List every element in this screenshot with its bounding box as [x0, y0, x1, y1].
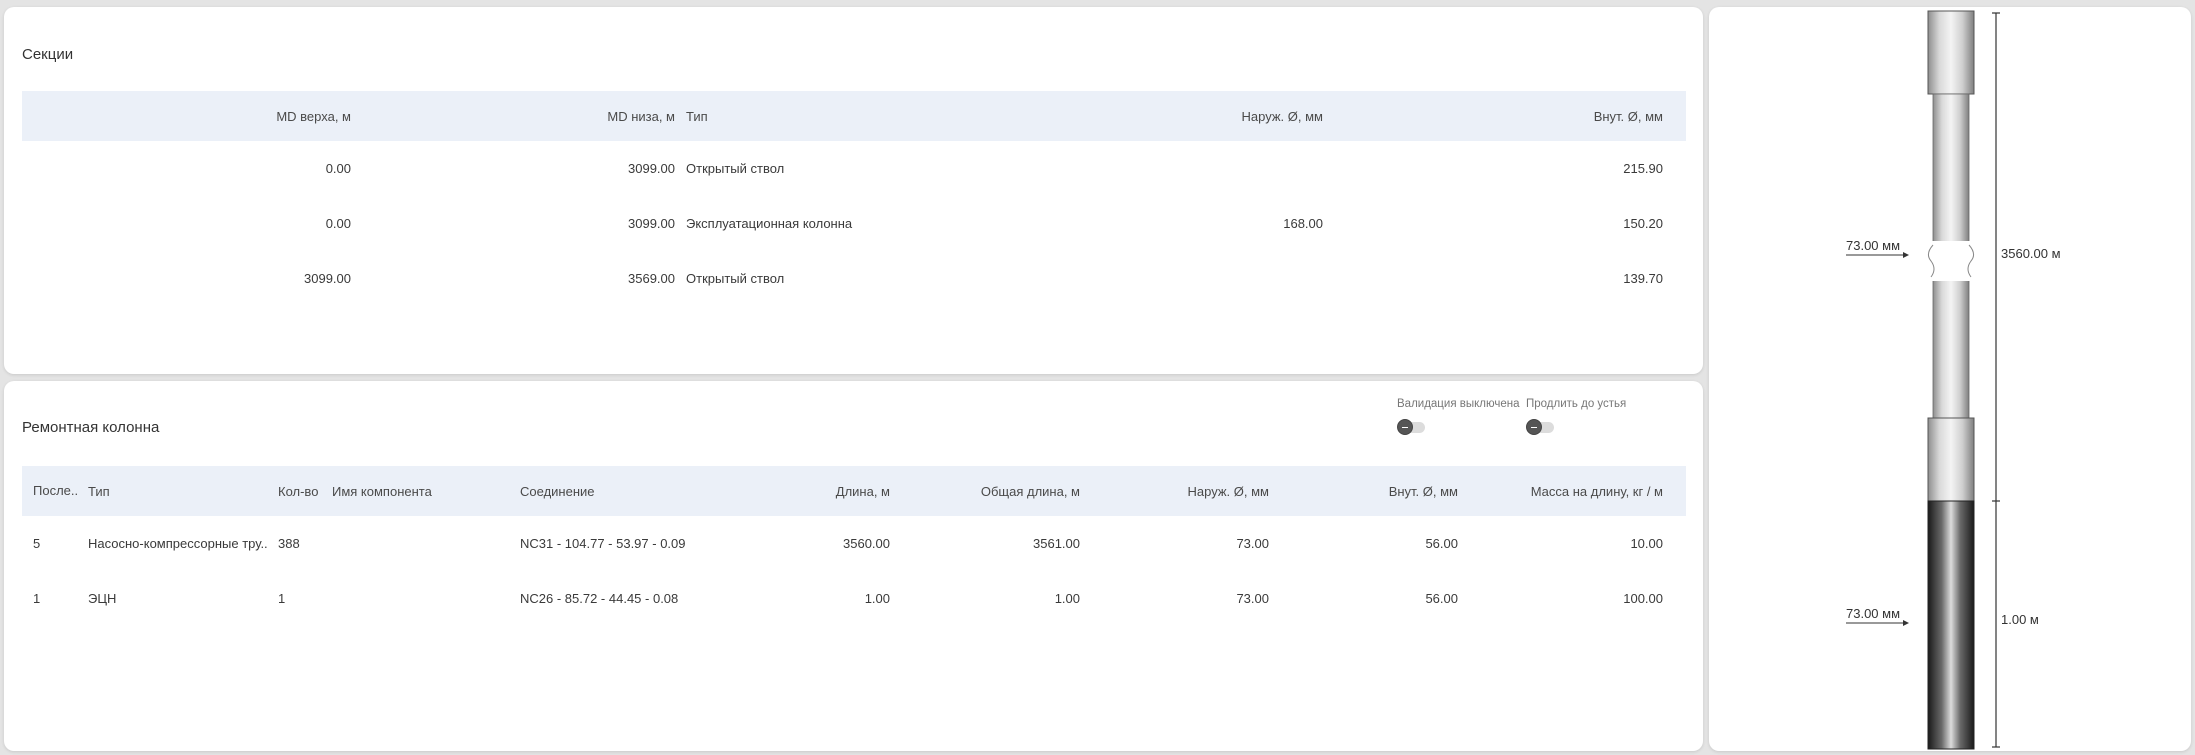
cell-type: Насосно-компрессорные тру... [88, 536, 268, 551]
extend-toggle-group: Продлить до устья [1526, 398, 1626, 435]
col-header-connection[interactable]: Соединение [520, 466, 720, 516]
cell-component [332, 516, 512, 571]
cell-inner-d: 56.00 [1425, 536, 1458, 551]
cell-md-bottom: 3569.00 [628, 271, 675, 286]
repair-title: Ремонтная колонна [22, 419, 160, 436]
cell-length: 1.00 [864, 591, 890, 606]
cell-outer-d: 168.00 [1283, 216, 1323, 231]
repair-string-panel: Ремонтная колонна Валидация выключена Пр… [4, 381, 1703, 751]
table-row[interactable]: 5 Насосно-компрессорные тру... 388 NC31 - 1… [22, 516, 1686, 571]
table-row[interactable]: 0.00 3099.00 Открытый ствол 215.90 [22, 141, 1686, 196]
cell-outer-d: 73.00 [1236, 591, 1269, 606]
lower-diameter-label: 73.00 мм [1846, 606, 1901, 621]
cell-mass: 100.00 [1623, 591, 1663, 606]
col-header-component[interactable]: Имя компонента [332, 466, 512, 516]
col-header-mass[interactable]: Масса на длину, кг / м [1458, 466, 1663, 516]
lower-coupling [1927, 417, 1975, 507]
col-header-type[interactable]: Тип [686, 91, 986, 141]
validation-toggle-group: Валидация выключена [1397, 398, 1520, 435]
cell-total-length: 3561.00 [1033, 536, 1080, 551]
cell-inner-d: 56.00 [1425, 591, 1458, 606]
dimension-line [1992, 12, 2000, 748]
cell-qty: 1 [278, 591, 286, 606]
cell-inner-d: 215.90 [1623, 161, 1663, 176]
cell-mass: 10.00 [1630, 536, 1663, 551]
cell-qty: 388 [278, 536, 300, 551]
extend-toggle-label: Продлить до устья [1526, 398, 1627, 410]
table-row[interactable]: 3099.00 3569.00 Открытый ствол 139.70 [22, 251, 1686, 306]
cell-length: 3560.00 [843, 536, 890, 551]
cell-type: Открытый ствол [686, 271, 785, 286]
cell-type: ЭЦН [88, 591, 117, 606]
cell-total-length: 1.00 [1054, 591, 1080, 606]
cell-md-top: 0.00 [325, 216, 351, 231]
cell-outer-d [986, 141, 1323, 196]
repair-table: После... Тип Кол-во Имя компонента Соеди… [22, 466, 1686, 626]
well-schematic [1846, 10, 2000, 750]
validation-toggle[interactable] [1397, 419, 1427, 435]
esp-section [1927, 500, 1975, 750]
cell-connection: NC31 - 104.77 - 53.97 - 0.09 [520, 536, 686, 551]
validation-toggle-label: Валидация выключена [1397, 398, 1520, 410]
table-row[interactable]: 1 ЭЦН 1 NC26 - 85.72 - 44.45 - 0.08 1.00 1.00… [22, 571, 1686, 626]
cell-seq: 5 [33, 536, 41, 551]
cell-outer-d [986, 251, 1323, 306]
col-header-inner-d[interactable]: Внут. Ø, мм [1323, 91, 1663, 141]
col-header-outer-d[interactable]: Наруж. Ø, мм [1080, 466, 1269, 516]
cell-md-bottom: 3099.00 [628, 216, 675, 231]
pipe-break-icon [1925, 241, 1977, 281]
well-schematic-panel: 73.00 мм 73.00 мм 3560.00 м 1.00 м [1709, 7, 2191, 751]
repair-table-header: После... Тип Кол-во Имя компонента Соеди… [22, 466, 1686, 516]
cell-md-top: 3099.00 [304, 271, 351, 286]
cell-seq: 1 [33, 591, 41, 606]
sections-table: MD верха, м MD низа, м Тип Наруж. Ø, мм … [22, 91, 1686, 306]
col-header-md-bottom[interactable]: MD низа, м [351, 91, 675, 141]
col-header-qty[interactable]: Кол-во [278, 466, 330, 516]
cell-md-top: 0.00 [325, 161, 351, 176]
col-header-inner-d[interactable]: Внут. Ø, мм [1269, 466, 1458, 516]
toggle-knob-icon [1526, 419, 1542, 435]
cell-type: Эксплуатационная колонна [686, 216, 853, 231]
table-row[interactable]: 0.00 3099.00 Эксплуатационная колонна 168.0… [22, 196, 1686, 251]
cell-connection: NC26 - 85.72 - 44.45 - 0.08 [520, 591, 679, 606]
cell-component [332, 571, 512, 626]
cell-outer-d: 73.00 [1236, 536, 1269, 551]
cell-md-bottom: 3099.00 [628, 161, 675, 176]
sections-title: Секции [22, 46, 74, 63]
toggle-knob-icon [1397, 419, 1413, 435]
col-header-length[interactable]: Длина, м [722, 466, 890, 516]
cell-type: Открытый ствол [686, 161, 785, 176]
col-header-md-top[interactable]: MD верха, м [22, 91, 351, 141]
sections-panel: Секции MD верха, м MD низа, м Тип Наруж.… [4, 7, 1703, 374]
lower-length-label: 1.00 м [2001, 612, 2039, 627]
extend-toggle[interactable] [1526, 419, 1556, 435]
col-header-type[interactable]: Тип [88, 466, 268, 516]
cell-inner-d: 150.20 [1623, 216, 1663, 231]
cell-inner-d: 139.70 [1623, 271, 1663, 286]
upper-diameter-label: 73.00 мм [1846, 238, 1901, 253]
upper-coupling [1927, 10, 1975, 95]
col-header-outer-d[interactable]: Наруж. Ø, мм [986, 91, 1323, 141]
upper-length-label: 3560.00 м [2001, 246, 2061, 261]
col-header-seq[interactable]: После... [33, 466, 78, 516]
col-header-total-length[interactable]: Общая длина, м [890, 466, 1080, 516]
sections-table-header: MD верха, м MD низа, м Тип Наруж. Ø, мм … [22, 91, 1686, 141]
